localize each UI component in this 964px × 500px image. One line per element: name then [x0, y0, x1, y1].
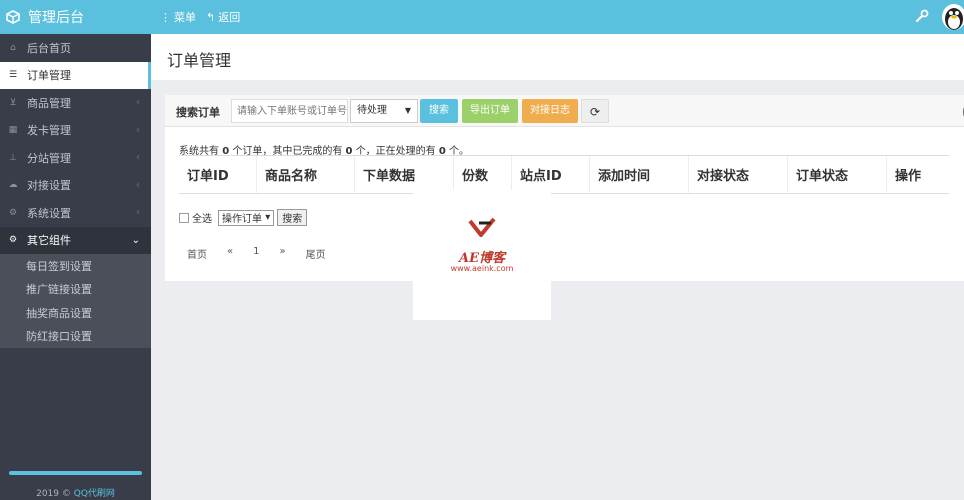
back-label: 返回: [218, 11, 241, 24]
reply-icon: ↰: [206, 10, 216, 24]
chevron-down-icon: ⌄: [131, 234, 140, 246]
search-button[interactable]: 搜索: [420, 99, 458, 123]
caret-down-icon: ▾: [265, 212, 271, 223]
pager-page[interactable]: 1: [253, 246, 259, 261]
column-header[interactable]: 站点ID: [512, 156, 590, 193]
sidebar-item-label: 后台首页: [27, 41, 71, 55]
sidebar-item-integration[interactable]: ☁ 对接设置 ‹: [0, 172, 151, 200]
page-header: 订单管理: [151, 34, 964, 80]
pagination: 首页 « 1 » 尾页: [187, 246, 346, 261]
sidebar-item-label: 商品管理: [27, 96, 71, 110]
sidebar-item-cards[interactable]: ▦ 发卡管理 ‹: [0, 117, 151, 145]
sidebar-item-label: 对接设置: [27, 179, 71, 193]
operation-select[interactable]: 操作订单 ▾: [218, 209, 275, 226]
user-avatar[interactable]: [942, 4, 964, 30]
sidebar-item-orders[interactable]: ☰ 订单管理: [0, 61, 151, 89]
integration-log-button[interactable]: 对接日志: [522, 99, 578, 123]
home-icon: ⌂: [10, 42, 16, 53]
operation-select-value: 操作订单: [222, 214, 262, 225]
status-select-value: 待处理: [357, 105, 387, 116]
sidebar-item-products[interactable]: ⊻ 商品管理 ‹: [0, 89, 151, 117]
chevron-left-icon: ‹: [136, 207, 140, 218]
select-all-label: 全选: [192, 214, 212, 225]
sidebar-item-settings[interactable]: ⚙ 系统设置 ‹: [0, 199, 151, 227]
column-header[interactable]: 订单ID: [179, 156, 257, 193]
chevron-left-icon: ‹: [136, 152, 140, 163]
sidebar-item-label: 分站管理: [27, 151, 71, 165]
search-label: 搜索订单: [176, 106, 220, 119]
back-button[interactable]: ↰ 返回: [206, 9, 240, 25]
refresh-icon: ⟳: [589, 105, 601, 119]
sidebar-item-label: 其它组件: [27, 234, 71, 248]
sidebar-item-label: 发卡管理: [27, 124, 71, 138]
caret-down-icon: ▼: [404, 106, 411, 115]
watermark-logo-icon: [468, 217, 496, 237]
sidebar: ⌂ 后台首页 ☰ 订单管理 ⊻ 商品管理 ‹ ▦ 发卡管理 ‹ ⊥ 分站管理 ‹…: [0, 34, 151, 500]
cube-icon: [6, 10, 20, 24]
orders-table-header: 订单ID 商品名称 下单数据 份数 站点ID 添加时间 对接状态 订单状态 操作: [179, 155, 949, 194]
pager-next[interactable]: »: [280, 246, 286, 261]
submenu-item-lottery[interactable]: 抽奖商品设置: [0, 301, 151, 325]
sidebar-item-components[interactable]: ⚙ 其它组件 ⌄: [0, 226, 151, 254]
grid-icon: ▦: [8, 125, 18, 136]
sidebar-divider: [9, 471, 142, 475]
chevron-left-icon: ‹: [136, 124, 140, 136]
column-header[interactable]: 下单数据: [355, 156, 454, 193]
chevron-left-icon: ‹: [136, 97, 140, 108]
list-icon: ☰: [8, 70, 18, 81]
sitemap-icon: ⊥: [9, 152, 17, 163]
refresh-button[interactable]: ⟳: [581, 99, 609, 123]
chevron-left-icon: ‹: [136, 179, 140, 191]
components-submenu: 每日签到设置 推广链接设置 抽奖商品设置 防红接口设置: [0, 254, 151, 348]
sidebar-footer: 2019 © QQ代刷网: [0, 486, 151, 499]
top-nav: ⋮ 菜单 ↰ 返回: [160, 0, 250, 34]
top-bar: 管理后台 ⋮ 菜单 ↰ 返回: [0, 0, 964, 34]
column-header[interactable]: 份数: [454, 156, 512, 193]
column-header[interactable]: 商品名称: [257, 156, 355, 193]
pager-first[interactable]: 首页: [187, 246, 207, 261]
pager-prev[interactable]: «: [227, 246, 233, 261]
column-header[interactable]: 订单状态: [788, 156, 887, 193]
cart-icon: ⊻: [9, 97, 17, 108]
submenu-item-promo-link[interactable]: 推广链接设置: [0, 278, 151, 302]
pager-last[interactable]: 尾页: [306, 246, 326, 261]
wrench-icon[interactable]: [915, 9, 929, 23]
search-bar: 搜索订单 待处理 ▼ 搜索 导出订单 对接日志 ⟳: [165, 95, 964, 127]
column-header[interactable]: 对接状态: [689, 156, 788, 193]
cloud-icon: ☁: [8, 180, 18, 191]
main-content: 订单管理 搜索订单 待处理 ▼ 搜索 导出订单 对接日志 ⟳ 系统共有 0 个订…: [151, 34, 964, 500]
column-header[interactable]: 操作: [887, 156, 949, 193]
gear-icon: ⚙: [8, 207, 18, 218]
page-title: 订单管理: [167, 51, 232, 70]
status-select[interactable]: 待处理 ▼: [350, 99, 418, 123]
sidebar-item-label: 订单管理: [27, 69, 71, 83]
footer-link[interactable]: QQ代刷网: [74, 489, 115, 499]
menu-toggle-button[interactable]: ⋮ 菜单: [160, 9, 196, 25]
sidebar-item-substations[interactable]: ⊥ 分站管理 ‹: [0, 144, 151, 172]
search-input[interactable]: [231, 99, 348, 123]
menu-toggle-label: 菜单: [174, 11, 196, 24]
bulk-actions: 全选 操作订单 ▾ 搜索: [179, 209, 308, 226]
export-orders-button[interactable]: 导出订单: [462, 99, 518, 123]
column-header[interactable]: 添加时间: [590, 156, 689, 193]
dots-vertical-icon: ⋮: [160, 10, 171, 24]
select-all-checkbox[interactable]: [179, 212, 189, 223]
sidebar-item-label: 系统设置: [27, 206, 71, 220]
penguin-icon: [945, 8, 963, 30]
sidebar-item-dashboard[interactable]: ⌂ 后台首页: [0, 34, 151, 62]
orders-panel: 搜索订单 待处理 ▼ 搜索 导出订单 对接日志 ⟳ 系统共有 0 个订单，其中已…: [165, 95, 964, 281]
bulk-search-button[interactable]: 搜索: [277, 209, 308, 226]
submenu-item-checkin[interactable]: 每日签到设置: [0, 254, 151, 278]
watermark-url: www.aeink.com: [450, 264, 514, 273]
cogs-icon: ⚙: [8, 235, 18, 246]
brand[interactable]: 管理后台: [0, 0, 151, 34]
footer-year: 2019 ©: [36, 489, 71, 499]
submenu-item-anti-red[interactable]: 防红接口设置: [0, 325, 151, 349]
watermark: AE博客 www.aeink.com: [413, 190, 551, 320]
brand-title: 管理后台: [28, 10, 84, 26]
